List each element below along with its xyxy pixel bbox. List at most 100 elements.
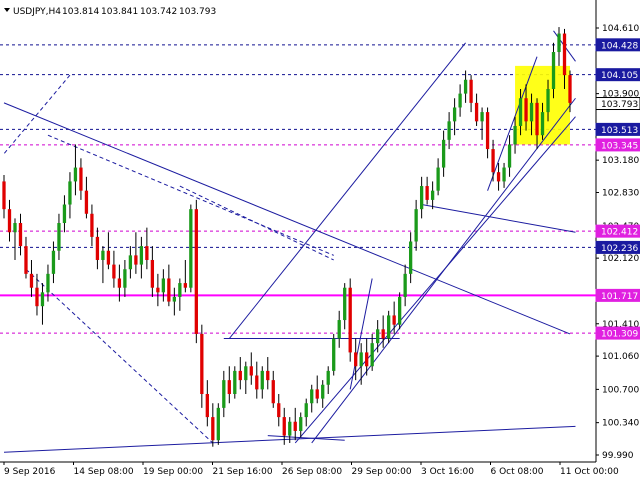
candle-body bbox=[128, 255, 133, 270]
header-close: 103.793 bbox=[179, 7, 216, 17]
candle bbox=[194, 199, 198, 344]
price-level-label: 104.428 bbox=[601, 41, 638, 51]
price-axis: 104.610103.900103.180102.830102.470102.1… bbox=[595, 0, 640, 462]
candle-body bbox=[62, 204, 67, 224]
candle-body bbox=[7, 209, 12, 233]
candle-body bbox=[112, 264, 116, 279]
y-tick-label: 102.120 bbox=[602, 254, 639, 264]
candle-body bbox=[387, 315, 391, 339]
candle-body bbox=[425, 186, 429, 200]
candle-body bbox=[441, 139, 446, 168]
candle-body bbox=[359, 352, 363, 367]
candle-body bbox=[310, 389, 314, 404]
candle-body bbox=[18, 223, 23, 247]
candle-body bbox=[458, 93, 462, 108]
x-tick-label: 11 Oct 00:00 bbox=[560, 467, 619, 477]
header-high: 103.841 bbox=[101, 7, 138, 17]
candle-body bbox=[57, 223, 61, 251]
candle-body bbox=[370, 343, 374, 367]
candle-body bbox=[200, 333, 204, 394]
price-level-label: 103.345 bbox=[601, 141, 638, 151]
candle-body bbox=[277, 403, 281, 418]
candle-body bbox=[178, 283, 182, 297]
price-level-label: 103.793 bbox=[601, 100, 638, 110]
candle-body bbox=[491, 149, 495, 173]
candle-body bbox=[463, 79, 468, 94]
candle bbox=[233, 366, 237, 399]
candle-body bbox=[469, 79, 473, 103]
header-low: 103.742 bbox=[140, 7, 177, 17]
x-tick-label: 9 Sep 2016 bbox=[4, 467, 56, 477]
candle-body bbox=[365, 352, 369, 367]
candle-body bbox=[337, 320, 341, 339]
candle-body bbox=[398, 296, 402, 325]
candle bbox=[189, 204, 193, 293]
candle-body bbox=[29, 273, 34, 288]
y-tick-label: 104.610 bbox=[602, 24, 639, 34]
y-tick-label: 103.180 bbox=[602, 156, 639, 166]
candle-body bbox=[414, 209, 418, 242]
candle-body bbox=[161, 278, 166, 293]
candle-body bbox=[68, 181, 72, 205]
candle-body bbox=[293, 421, 297, 431]
x-tick-label: 3 Oct 16:00 bbox=[421, 467, 474, 477]
candle-body bbox=[354, 352, 358, 367]
candle-body bbox=[529, 102, 534, 122]
candle-body bbox=[205, 394, 209, 418]
candle-body bbox=[551, 52, 556, 89]
y-tick-label: 101.060 bbox=[602, 352, 639, 362]
candle-body bbox=[13, 223, 17, 233]
candle-body bbox=[381, 329, 385, 339]
y-tick-label: 102.830 bbox=[602, 189, 639, 199]
candle bbox=[387, 310, 391, 344]
price-level-label: 104.105 bbox=[601, 71, 638, 81]
candle-body bbox=[392, 315, 396, 325]
price-level-label: 102.236 bbox=[601, 244, 638, 254]
price-level-label: 101.309 bbox=[601, 330, 638, 340]
candle-body bbox=[260, 370, 264, 390]
candle bbox=[348, 278, 352, 362]
candle-body bbox=[557, 33, 561, 53]
candle-body bbox=[496, 172, 501, 182]
x-tick-label: 6 Oct 08:00 bbox=[491, 467, 544, 477]
candle-body bbox=[535, 102, 539, 136]
candle-body bbox=[123, 269, 127, 288]
candle-body bbox=[84, 190, 89, 214]
x-tick-label: 21 Sep 16:00 bbox=[213, 467, 273, 477]
candle-body bbox=[216, 407, 220, 441]
candle-body bbox=[167, 278, 171, 302]
candle-body bbox=[304, 403, 308, 418]
candle bbox=[398, 292, 402, 330]
candle-body bbox=[117, 278, 122, 288]
candle-body bbox=[480, 112, 484, 122]
candle bbox=[216, 403, 220, 445]
candle-body bbox=[447, 121, 451, 140]
candle-body bbox=[485, 112, 490, 150]
candle-body bbox=[172, 296, 176, 302]
candle-body bbox=[524, 98, 528, 122]
candle-body bbox=[90, 213, 94, 237]
y-tick-label: 100.340 bbox=[602, 419, 639, 429]
candle-body bbox=[46, 273, 50, 293]
candle-body bbox=[419, 186, 424, 210]
price-level-label: 102.412 bbox=[601, 228, 638, 238]
candle-body bbox=[436, 167, 440, 191]
candle-body bbox=[35, 287, 39, 307]
candle-body bbox=[315, 389, 319, 399]
chart-title: USDJPY,H4 bbox=[13, 7, 61, 17]
x-tick-label: 26 Sep 08:00 bbox=[282, 467, 342, 477]
candle-body bbox=[249, 366, 253, 376]
candle-body bbox=[156, 287, 160, 293]
candle-body bbox=[540, 112, 545, 136]
candle-body bbox=[518, 98, 523, 126]
candle-body bbox=[348, 287, 352, 353]
candle-body bbox=[227, 380, 231, 394]
candle-body bbox=[145, 246, 149, 260]
candle-body bbox=[211, 417, 215, 441]
chart-header: USDJPY,H4 103.814 103.841 103.742 103.79… bbox=[4, 7, 216, 17]
candle-body bbox=[452, 107, 457, 122]
candle-body bbox=[271, 380, 275, 404]
candle-body bbox=[139, 246, 144, 265]
candle-body bbox=[101, 250, 105, 260]
candle-body bbox=[189, 209, 193, 288]
